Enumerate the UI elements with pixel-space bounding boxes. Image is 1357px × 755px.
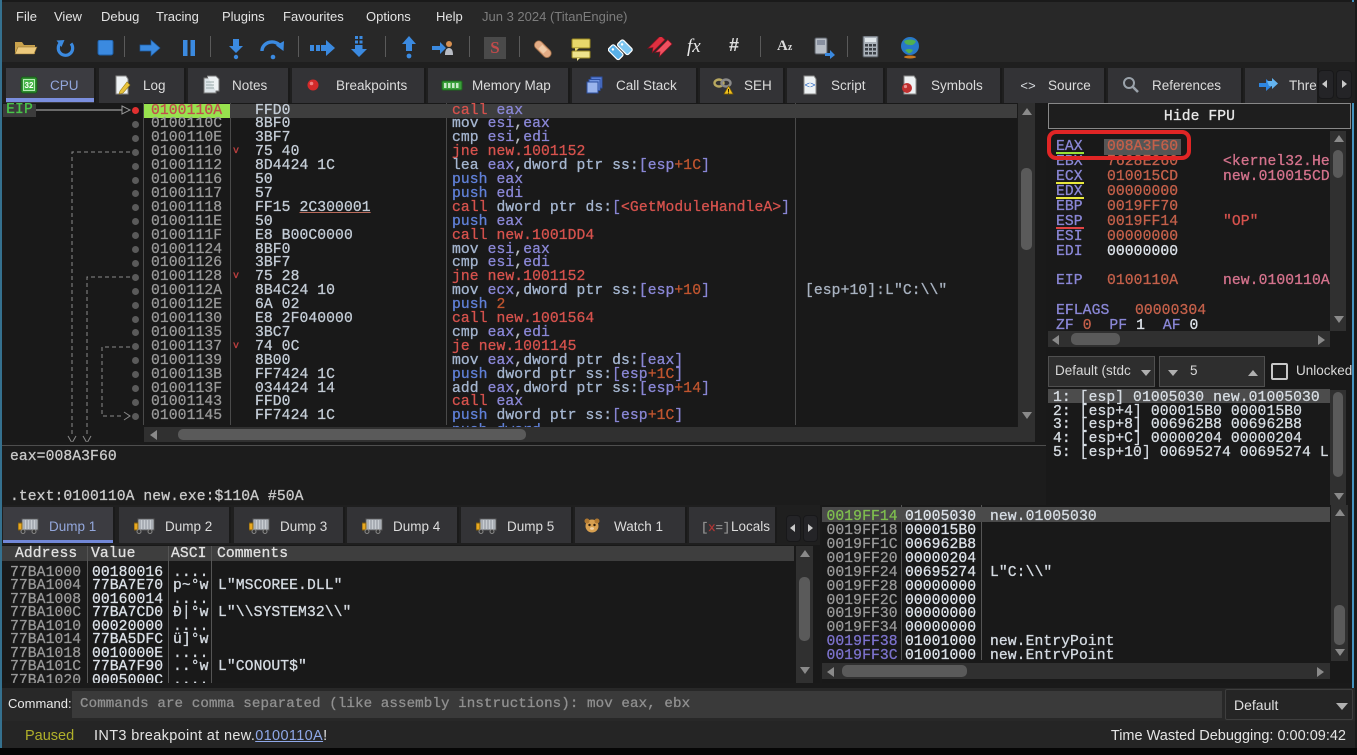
svg-text:<>: <> [1020,79,1036,94]
svg-text:32: 32 [25,81,34,90]
svg-text:<>: <> [805,81,816,91]
svg-text:!: ! [727,88,729,95]
